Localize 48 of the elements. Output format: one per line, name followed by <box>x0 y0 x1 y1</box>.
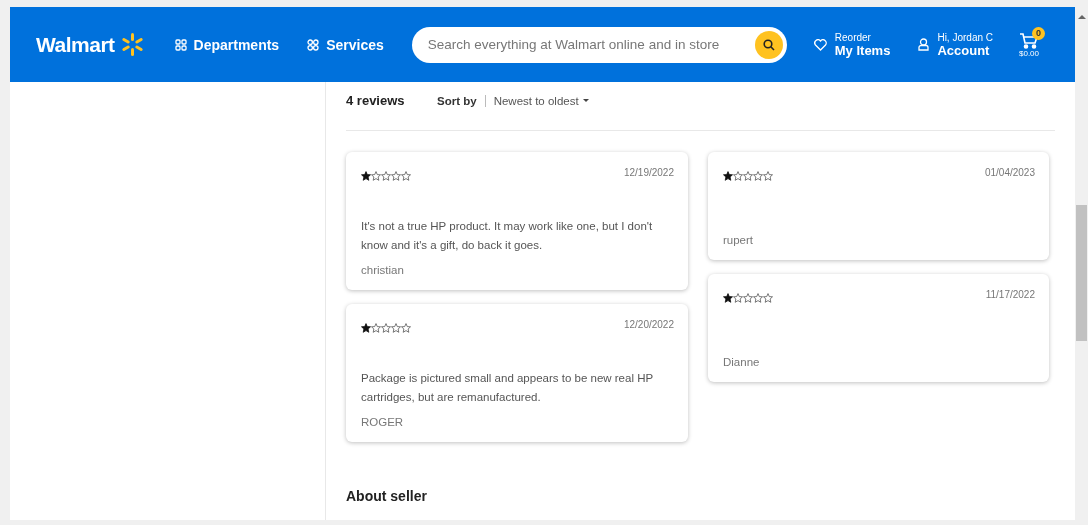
filled-star-icon <box>361 323 371 333</box>
section-heading: About seller <box>346 488 428 504</box>
my-items-button[interactable]: Reorder My Items <box>813 31 891 58</box>
empty-star-icon <box>391 323 401 333</box>
services-button[interactable]: Services <box>307 36 384 53</box>
search-field[interactable]: Search everything at Walmart online and in store <box>425 25 755 64</box>
search-button[interactable] <box>754 30 783 59</box>
empty-star-icon <box>743 171 753 181</box>
review-date: 12/20/2022 <box>623 319 674 330</box>
review-text: Package is pictured small and appears to be new real HP cartridges, but are remanufactured. <box>361 371 654 405</box>
person-icon <box>918 38 930 51</box>
review-date: 11/17/2022 <box>985 289 1035 300</box>
grid-icon <box>174 38 187 51</box>
reviewer-name: rupert <box>723 234 755 246</box>
account-button[interactable]: Hi, Jordan C Account <box>918 31 993 58</box>
filled-star-icon <box>723 293 733 303</box>
review-date: 12/19/2022 <box>623 167 674 178</box>
empty-star-icon <box>753 293 763 303</box>
reviewer-name: christian <box>361 264 405 276</box>
review-date: 01/04/2023 <box>984 167 1035 178</box>
empty-star-icon <box>763 293 773 303</box>
sort-dropdown[interactable]: Newest to oldest <box>493 94 589 107</box>
caret-icon <box>582 99 589 102</box>
walmart-logo[interactable]: Walmart <box>36 32 145 57</box>
cart-count-badge: 0 <box>1032 26 1045 40</box>
empty-star-icon <box>381 323 391 333</box>
empty-star-icon <box>391 171 401 181</box>
empty-star-icon <box>753 171 763 181</box>
reviewer-name: ROGER <box>361 416 405 428</box>
empty-star-icon <box>401 323 411 333</box>
empty-star-icon <box>763 171 773 181</box>
reviewer-name: Dianne <box>723 356 761 368</box>
empty-star-icon <box>401 171 411 181</box>
filled-star-icon <box>723 171 733 181</box>
empty-star-icon <box>743 293 753 303</box>
circles-icon <box>307 38 320 51</box>
sort-label: Sort by <box>437 94 477 107</box>
empty-star-icon <box>381 171 391 181</box>
review-count: 4 reviews <box>346 93 406 108</box>
search-icon <box>762 38 775 51</box>
spark-icon <box>119 32 145 57</box>
cart-icon <box>1019 31 1039 49</box>
heart-icon <box>813 38 827 51</box>
cart-button[interactable]: $0.00 0 <box>1019 26 1044 58</box>
filled-star-icon <box>361 171 371 181</box>
departments-button[interactable]: Departments <box>174 36 280 53</box>
search-bar[interactable]: Search everything at Walmart online and in store <box>411 26 787 63</box>
review-text: It's not a true HP product. It may work like one, but I don't know and it's a gift, do back it goes. <box>361 219 654 253</box>
